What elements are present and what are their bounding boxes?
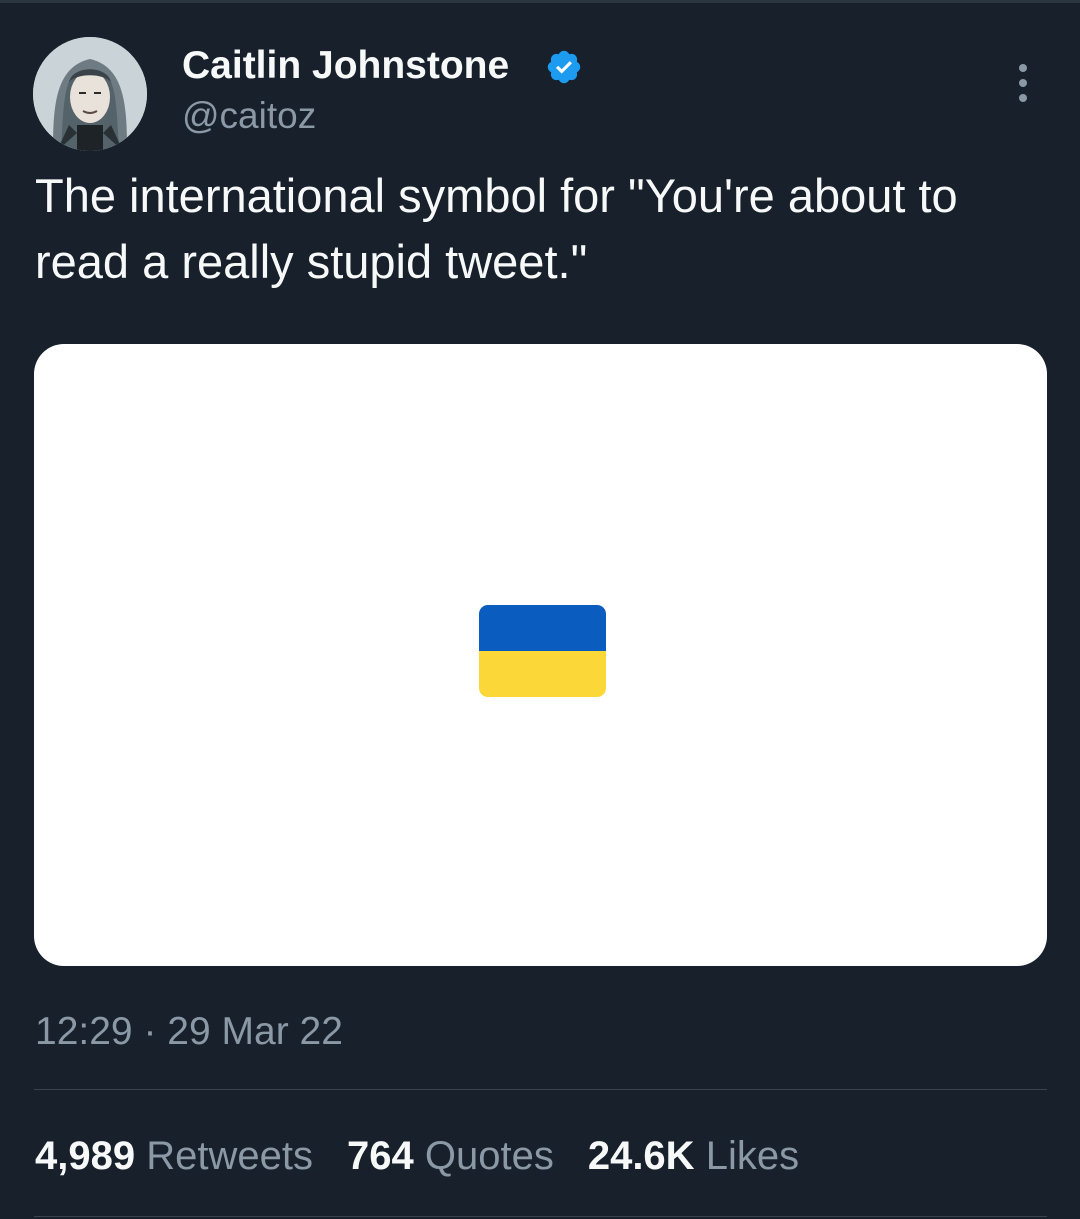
top-border: [0, 0, 1080, 3]
ukraine-flag-icon: [479, 605, 606, 697]
verified-badge-icon: [545, 48, 583, 86]
retweets-label: Retweets: [146, 1134, 313, 1178]
quotes-label: Quotes: [424, 1134, 554, 1178]
tweet-media-image[interactable]: [34, 344, 1047, 966]
tweet-text: The international symbol for "You're abo…: [35, 169, 958, 288]
flag-blue-stripe: [479, 605, 606, 651]
display-name[interactable]: Caitlin Johnstone: [182, 42, 509, 90]
tweet-time: 12:29: [35, 1010, 133, 1053]
tweet-date: 29 Mar 22: [167, 1010, 343, 1053]
divider-top: [34, 1089, 1047, 1090]
retweets-count: 4,989: [35, 1134, 136, 1178]
flag-yellow-stripe: [479, 651, 606, 697]
tweet-timestamp[interactable]: 12:29 · 29 Mar 22: [35, 1008, 343, 1056]
timestamp-separator: ·: [143, 1010, 157, 1053]
likes-label: Likes: [705, 1134, 800, 1178]
likes-stat[interactable]: 24.6K Likes: [588, 1131, 799, 1181]
engagement-stats: 4,989 Retweets 764 Quotes 24.6K Likes: [35, 1131, 833, 1181]
user-handle[interactable]: @caitoz: [182, 93, 316, 139]
avatar[interactable]: [33, 37, 147, 151]
likes-count: 24.6K: [587, 1134, 695, 1178]
quotes-stat[interactable]: 764 Quotes: [347, 1131, 554, 1181]
retweets-stat[interactable]: 4,989 Retweets: [35, 1131, 313, 1181]
divider-bottom: [34, 1216, 1047, 1217]
more-options-icon[interactable]: [1006, 62, 1040, 104]
quotes-count: 764: [346, 1134, 414, 1178]
